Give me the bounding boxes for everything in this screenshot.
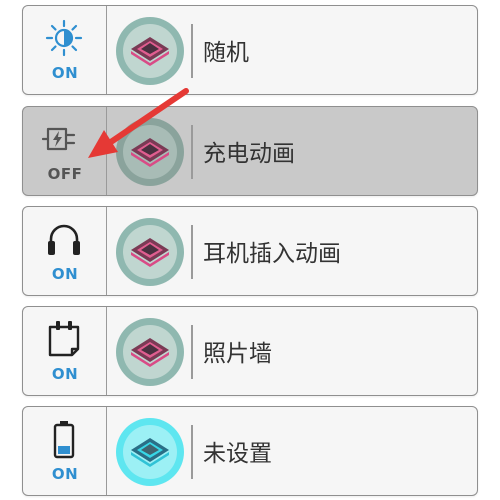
setting-label: 照片墙 [203, 341, 272, 367]
divider [191, 125, 193, 179]
setting-label: 随机 [203, 40, 249, 66]
status-toggle[interactable]: ON [23, 207, 107, 295]
setting-row-unset[interactable]: ON 未设置 [22, 406, 478, 496]
status-label: ON [51, 465, 79, 483]
animation-settings-list: ON 随机 OFF 充电动画 ON 耳机插入动画 ON 照片墙 ON 未设置 [0, 0, 500, 500]
status-label: OFF [47, 165, 83, 183]
divider [191, 325, 193, 379]
animation-preview-icon[interactable] [115, 317, 185, 387]
animation-preview-icon[interactable] [115, 117, 185, 187]
status-toggle[interactable]: ON [23, 307, 107, 395]
status-label: ON [51, 64, 79, 82]
brightness-icon [45, 19, 83, 57]
divider [191, 225, 193, 279]
animation-preview-icon[interactable] [115, 16, 185, 86]
animation-preview-icon[interactable] [115, 217, 185, 287]
charging-plug-icon [42, 127, 76, 151]
status-toggle[interactable]: ON [23, 6, 107, 94]
setting-label: 耳机插入动画 [203, 241, 341, 267]
divider [191, 24, 193, 78]
setting-row-headphone-animation[interactable]: ON 耳机插入动画 [22, 206, 478, 296]
divider [191, 425, 193, 479]
battery-icon [53, 421, 75, 459]
status-label: ON [51, 265, 79, 283]
photo-note-icon [48, 321, 80, 357]
status-label: ON [51, 365, 79, 383]
setting-row-random[interactable]: ON 随机 [22, 5, 478, 95]
setting-row-photo-wall[interactable]: ON 照片墙 [22, 306, 478, 396]
status-toggle[interactable]: ON [23, 407, 107, 495]
headphones-icon [48, 224, 80, 255]
setting-row-charging-animation[interactable]: OFF 充电动画 [22, 106, 478, 196]
status-toggle[interactable]: OFF [23, 107, 107, 195]
setting-label: 未设置 [203, 441, 272, 467]
setting-label: 充电动画 [203, 141, 295, 167]
animation-preview-icon[interactable] [115, 417, 185, 487]
